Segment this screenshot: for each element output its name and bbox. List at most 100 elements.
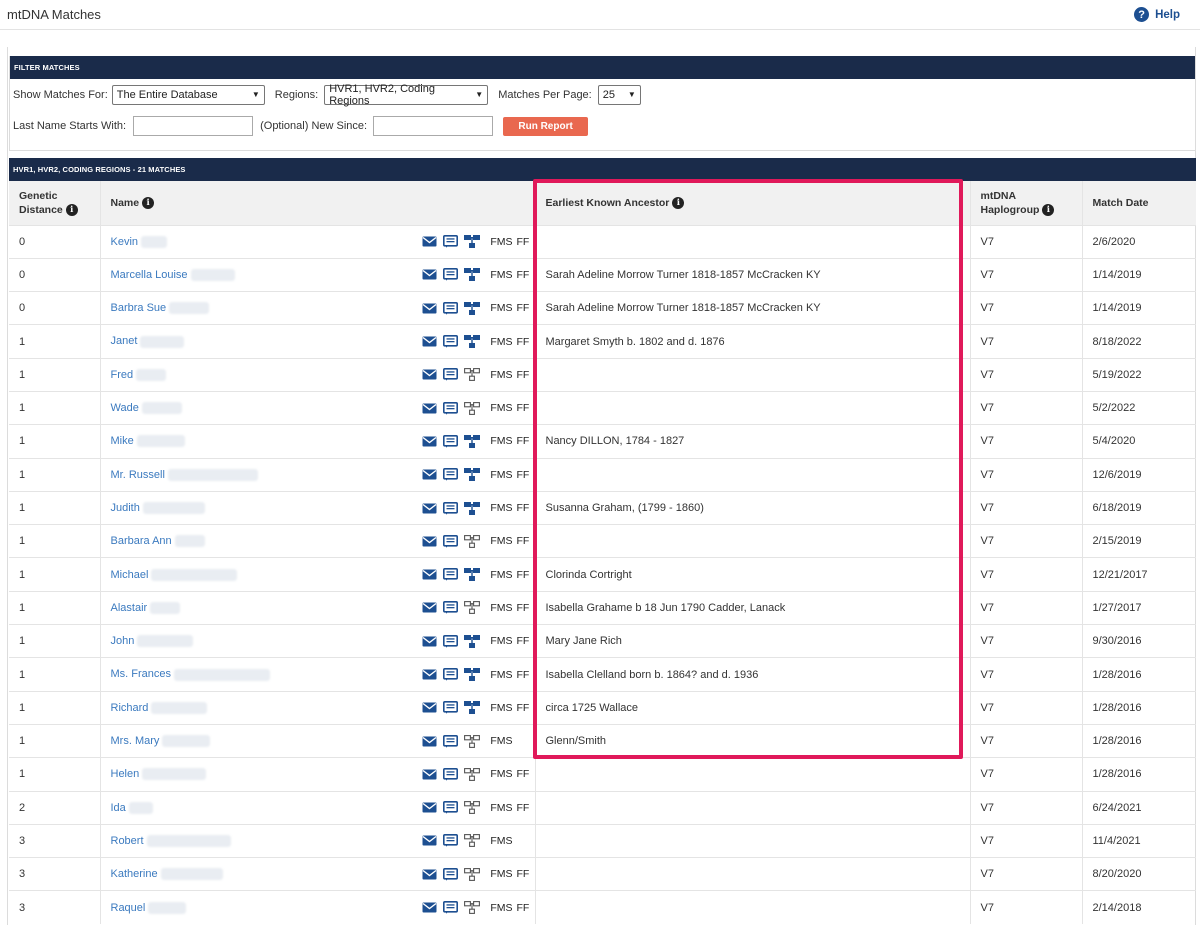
ff-link[interactable]: FF xyxy=(517,768,531,780)
fms-link[interactable]: FMS xyxy=(490,768,512,780)
fms-link[interactable]: FMS xyxy=(490,602,512,614)
email-icon[interactable] xyxy=(421,767,438,781)
fms-link[interactable]: FMS xyxy=(490,535,512,547)
match-name-link[interactable]: Katherine xyxy=(111,868,158,880)
email-icon[interactable] xyxy=(421,434,438,448)
family-tree-empty-icon[interactable] xyxy=(463,767,480,781)
match-name-link[interactable]: Barbra Sue xyxy=(111,302,167,314)
family-tree-empty-icon[interactable] xyxy=(463,834,480,848)
email-icon[interactable] xyxy=(421,701,438,715)
fms-link[interactable]: FMS xyxy=(490,269,512,281)
family-tree-empty-icon[interactable] xyxy=(463,534,480,548)
ff-link[interactable]: FF xyxy=(517,369,531,381)
info-icon[interactable]: i xyxy=(142,196,155,209)
notes-icon[interactable] xyxy=(442,401,459,415)
fms-link[interactable]: FMS xyxy=(490,702,512,714)
match-name-link[interactable]: Richard xyxy=(111,702,149,714)
notes-icon[interactable] xyxy=(442,468,459,482)
fms-link[interactable]: FMS xyxy=(490,569,512,581)
match-name-link[interactable]: Ms. Frances xyxy=(111,668,172,680)
ff-link[interactable]: FF xyxy=(517,336,531,348)
match-name-link[interactable]: Ida xyxy=(111,802,126,814)
ff-link[interactable]: FF xyxy=(517,469,531,481)
family-tree-icon[interactable] xyxy=(463,301,480,315)
notes-icon[interactable] xyxy=(442,268,459,282)
per-page-select[interactable]: 25 ▼ xyxy=(597,84,641,105)
email-icon[interactable] xyxy=(421,268,438,282)
match-name-link[interactable]: Marcella Louise xyxy=(111,269,188,281)
last-name-input[interactable] xyxy=(133,116,254,136)
match-name-link[interactable]: Barbara Ann xyxy=(111,535,172,547)
ff-link[interactable]: FF xyxy=(517,702,531,714)
fms-link[interactable]: FMS xyxy=(490,669,512,681)
email-icon[interactable] xyxy=(421,668,438,682)
col-earliest-ancestor[interactable]: Earliest Known Ancestor i xyxy=(534,181,970,225)
family-tree-icon[interactable] xyxy=(463,335,480,349)
match-name-link[interactable]: Kevin xyxy=(111,236,139,248)
info-icon[interactable]: i xyxy=(1042,203,1055,216)
match-name-link[interactable]: Mike xyxy=(111,435,134,447)
fms-link[interactable]: FMS xyxy=(490,835,512,847)
ff-link[interactable]: FF xyxy=(517,402,531,414)
family-tree-empty-icon[interactable] xyxy=(463,867,480,881)
ff-link[interactable]: FF xyxy=(517,902,531,914)
email-icon[interactable] xyxy=(421,368,438,382)
family-tree-icon[interactable] xyxy=(463,568,480,582)
email-icon[interactable] xyxy=(421,568,438,582)
match-name-link[interactable]: Helen xyxy=(111,768,140,780)
notes-icon[interactable] xyxy=(442,668,459,682)
email-icon[interactable] xyxy=(421,901,438,915)
info-icon[interactable]: i xyxy=(672,196,685,209)
match-name-link[interactable]: Wade xyxy=(111,402,139,414)
ff-link[interactable]: FF xyxy=(517,236,531,248)
fms-link[interactable]: FMS xyxy=(490,336,512,348)
ff-link[interactable]: FF xyxy=(517,635,531,647)
new-since-input[interactable] xyxy=(373,116,494,136)
notes-icon[interactable] xyxy=(442,434,459,448)
col-name[interactable]: Name i xyxy=(99,181,535,225)
notes-icon[interactable] xyxy=(442,301,459,315)
notes-icon[interactable] xyxy=(442,534,459,548)
fms-link[interactable]: FMS xyxy=(490,302,512,314)
notes-icon[interactable] xyxy=(442,335,459,349)
show-matches-select[interactable]: The Entire Database ▼ xyxy=(111,84,265,105)
notes-icon[interactable] xyxy=(442,568,459,582)
family-tree-icon[interactable] xyxy=(463,634,480,648)
family-tree-empty-icon[interactable] xyxy=(463,401,480,415)
family-tree-empty-icon[interactable] xyxy=(463,801,480,815)
ff-link[interactable]: FF xyxy=(517,669,531,681)
ff-link[interactable]: FF xyxy=(517,269,531,281)
notes-icon[interactable] xyxy=(442,368,459,382)
notes-icon[interactable] xyxy=(442,701,459,715)
email-icon[interactable] xyxy=(421,634,438,648)
fms-link[interactable]: FMS xyxy=(490,868,512,880)
fms-link[interactable]: FMS xyxy=(490,502,512,514)
run-report-button[interactable]: Run Report xyxy=(503,116,589,136)
match-name-link[interactable]: Alastair xyxy=(111,602,148,614)
email-icon[interactable] xyxy=(421,501,438,515)
ff-link[interactable]: FF xyxy=(517,868,531,880)
match-name-link[interactable]: Mr. Russell xyxy=(111,469,165,481)
ff-link[interactable]: FF xyxy=(517,802,531,814)
notes-icon[interactable] xyxy=(442,634,459,648)
fms-link[interactable]: FMS xyxy=(490,236,512,248)
family-tree-icon[interactable] xyxy=(463,501,480,515)
match-name-link[interactable]: Fred xyxy=(111,369,134,381)
email-icon[interactable] xyxy=(421,401,438,415)
ff-link[interactable]: FF xyxy=(517,502,531,514)
notes-icon[interactable] xyxy=(442,235,459,249)
email-icon[interactable] xyxy=(421,867,438,881)
email-icon[interactable] xyxy=(421,301,438,315)
match-name-link[interactable]: Judith xyxy=(111,502,140,514)
email-icon[interactable] xyxy=(421,335,438,349)
family-tree-icon[interactable] xyxy=(463,701,480,715)
col-match-date[interactable]: Match Date xyxy=(1081,181,1196,225)
match-name-link[interactable]: John xyxy=(111,635,135,647)
email-icon[interactable] xyxy=(421,235,438,249)
family-tree-empty-icon[interactable] xyxy=(463,734,480,748)
notes-icon[interactable] xyxy=(442,801,459,815)
ff-link[interactable]: FF xyxy=(517,435,531,447)
match-name-link[interactable]: Janet xyxy=(111,335,138,347)
help-link[interactable]: ? Help xyxy=(1134,7,1180,22)
family-tree-icon[interactable] xyxy=(463,268,480,282)
